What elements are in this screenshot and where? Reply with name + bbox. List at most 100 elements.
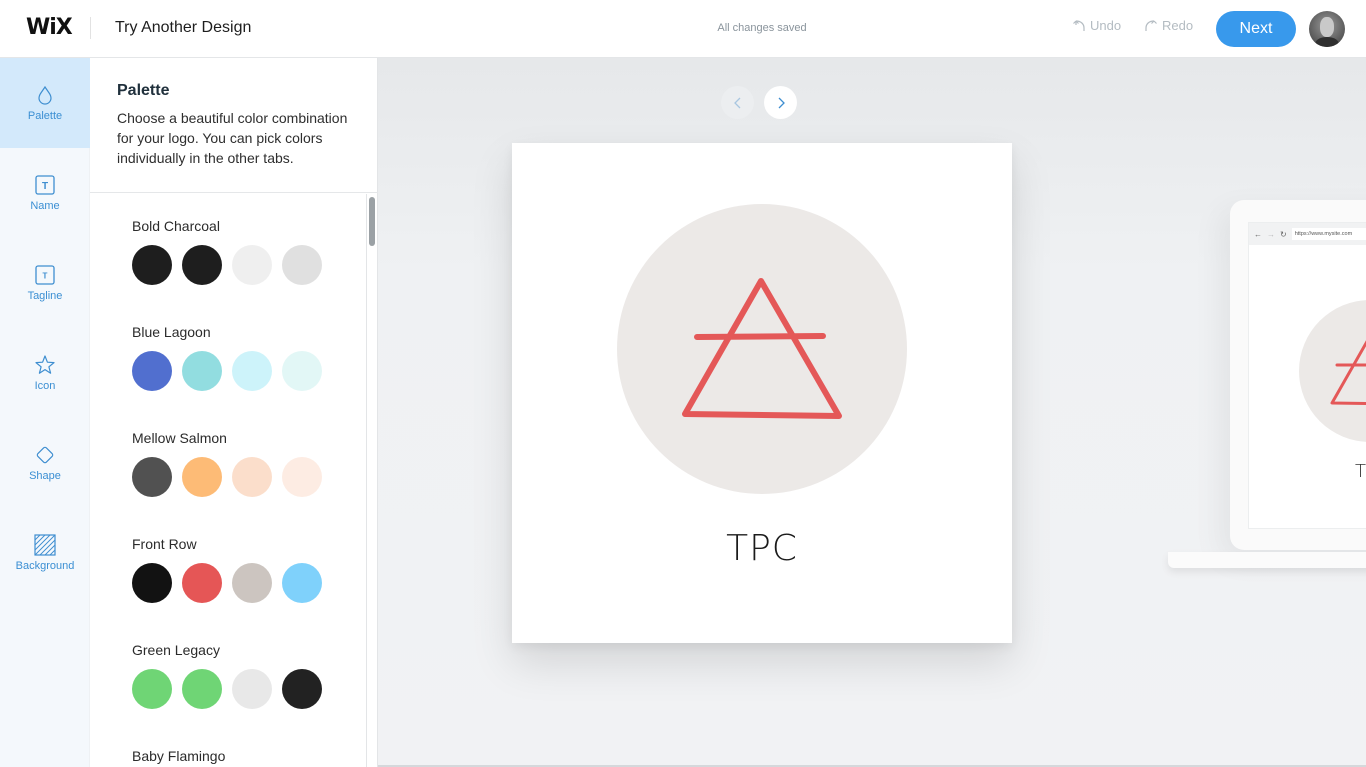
redo-icon: [1145, 19, 1157, 31]
logo-preview-card: TPC: [512, 143, 1012, 643]
nav-item-name[interactable]: T Name: [0, 148, 90, 238]
color-swatch[interactable]: [182, 457, 222, 497]
color-swatch[interactable]: [132, 245, 172, 285]
palette-option[interactable]: Blue Lagoon: [132, 322, 322, 391]
color-swatch[interactable]: [232, 457, 272, 497]
hatched-square-icon: [34, 534, 56, 556]
air-element-triangle-icon: [682, 278, 842, 419]
palette-option[interactable]: Mellow Salmon: [132, 428, 322, 497]
color-swatch[interactable]: [232, 351, 272, 391]
palette-option[interactable]: Bold Charcoal: [132, 216, 322, 285]
panel-description: Choose a beautiful color combination for…: [117, 110, 348, 166]
color-swatch[interactable]: [282, 351, 322, 391]
previous-design-button[interactable]: [721, 86, 754, 119]
text-box-small-icon: T: [35, 265, 55, 285]
palette-name: Front Row: [132, 536, 197, 552]
mini-logo-circle: [1299, 300, 1366, 442]
nav-item-palette[interactable]: Palette: [0, 58, 90, 148]
top-bar: WiX Try Another Design All changes saved…: [0, 0, 1366, 58]
scrollbar-thumb[interactable]: [369, 197, 375, 246]
text-box-icon: T: [35, 175, 55, 195]
chevron-left-icon: [733, 97, 740, 108]
avatar-face: [1320, 17, 1334, 37]
diamond-icon: [36, 446, 54, 464]
panel-title: Palette: [117, 82, 170, 99]
redo-label: Redo: [1162, 18, 1194, 33]
palette-name: Blue Lagoon: [132, 324, 211, 340]
palette-option[interactable]: Green Legacy: [132, 640, 322, 709]
save-status: All changes saved: [717, 22, 807, 34]
nav-label: Palette: [27, 110, 63, 122]
next-button[interactable]: Next: [1216, 11, 1296, 47]
logo-text: TPC: [726, 528, 798, 569]
star-icon: [35, 355, 55, 374]
laptop-base: [1168, 552, 1366, 568]
swatches: [132, 351, 322, 391]
nav-item-tagline[interactable]: T Tagline: [0, 238, 90, 328]
browser-mockup: ← → ↻ https://www.mysite.com T: [1248, 222, 1366, 529]
wix-logo[interactable]: WiX: [26, 15, 73, 40]
nav-label: Tagline: [27, 290, 63, 302]
color-swatch[interactable]: [282, 669, 322, 709]
mini-logo-text: T: [1355, 461, 1366, 482]
droplet-icon: [38, 85, 52, 105]
back-arrow-icon: ←: [1254, 229, 1262, 239]
divider: [90, 17, 91, 39]
undo-icon: [1073, 19, 1085, 31]
nav-item-icon[interactable]: Icon: [0, 328, 90, 418]
color-swatch[interactable]: [132, 669, 172, 709]
browser-bar: ← → ↻ https://www.mysite.com: [1249, 223, 1366, 245]
undo-label: Undo: [1090, 18, 1122, 33]
color-swatch[interactable]: [232, 669, 272, 709]
laptop-preview: ← → ↻ https://www.mysite.com T: [1230, 200, 1366, 550]
palette-option[interactable]: Baby Flamingo: [132, 746, 225, 767]
palette-list: Bold Charcoal Blue Lagoon Mellow Salmon …: [90, 194, 366, 767]
panel-header: Palette Choose a beautiful color combina…: [90, 58, 378, 193]
chevron-right-icon: [778, 97, 785, 108]
color-swatch[interactable]: [182, 351, 222, 391]
color-swatch[interactable]: [232, 563, 272, 603]
palette-name: Green Legacy: [132, 642, 220, 658]
color-swatch[interactable]: [282, 457, 322, 497]
svg-text:T: T: [42, 181, 48, 192]
redo-button[interactable]: Redo: [1144, 18, 1193, 33]
palette-option[interactable]: Front Row: [132, 534, 322, 603]
design-canvas: TPC ← → ↻ https://www.mysite.com T: [378, 58, 1366, 767]
left-nav: Palette T Name T Tagline Icon Shape Back…: [0, 58, 90, 767]
nav-label: Name: [30, 200, 60, 212]
next-design-button[interactable]: [764, 86, 797, 119]
mini-triangle-icon: [1330, 340, 1366, 405]
color-swatch[interactable]: [132, 457, 172, 497]
color-swatch[interactable]: [182, 563, 222, 603]
swatches: [132, 457, 322, 497]
forward-arrow-icon: →: [1267, 229, 1275, 239]
refresh-icon: ↻: [1280, 229, 1287, 239]
user-avatar[interactable]: [1309, 11, 1345, 47]
page-title: Try Another Design: [115, 19, 252, 36]
color-swatch[interactable]: [282, 245, 322, 285]
nav-label: Shape: [29, 470, 61, 482]
palette-name: Bold Charcoal: [132, 218, 220, 234]
palette-panel: Palette Choose a beautiful color combina…: [90, 58, 378, 767]
url-field: https://www.mysite.com: [1291, 228, 1366, 240]
logo-background-circle: [617, 204, 907, 494]
color-swatch[interactable]: [182, 669, 222, 709]
swatches: [132, 669, 322, 709]
avatar-shirt: [1315, 37, 1339, 47]
palette-name: Baby Flamingo: [132, 748, 226, 764]
nav-label: Icon: [34, 380, 56, 392]
nav-item-background[interactable]: Background: [0, 508, 90, 598]
color-swatch[interactable]: [182, 245, 222, 285]
swatches: [132, 563, 322, 603]
color-swatch[interactable]: [282, 563, 322, 603]
scrollbar-track[interactable]: [366, 194, 367, 767]
color-swatch[interactable]: [232, 245, 272, 285]
svg-text:T: T: [43, 272, 48, 281]
nav-label: Background: [15, 560, 75, 572]
color-swatch[interactable]: [132, 563, 172, 603]
color-swatch[interactable]: [132, 351, 172, 391]
swatches: [132, 245, 322, 285]
undo-button[interactable]: Undo: [1072, 18, 1121, 33]
nav-item-shape[interactable]: Shape: [0, 418, 90, 508]
palette-name: Mellow Salmon: [132, 430, 227, 446]
